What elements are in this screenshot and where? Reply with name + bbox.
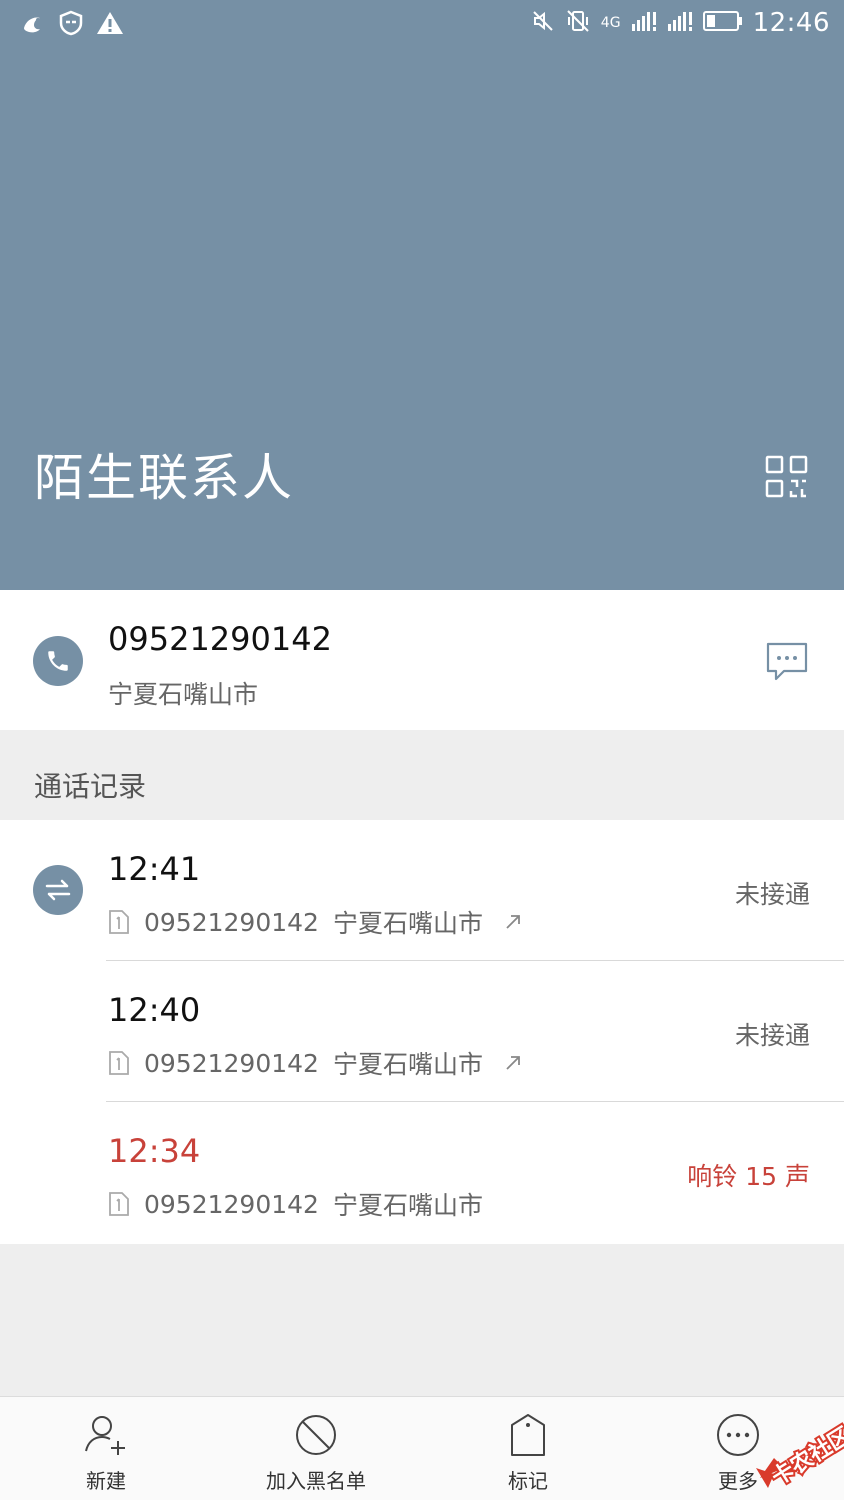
new-contact-label: 新建 — [86, 1469, 126, 1493]
call-log-title: 通话记录 — [34, 770, 147, 803]
add-contact-icon — [85, 1416, 125, 1455]
sim1-icon — [109, 1192, 129, 1216]
call-time: 12:41 — [108, 850, 201, 888]
call-status: 未接通 — [734, 880, 810, 909]
mute-icon — [531, 9, 555, 37]
qr-code-button[interactable] — [764, 454, 810, 500]
watermark-text: 卡农社区 — [767, 1422, 844, 1490]
blacklist-button[interactable]: 加入黑名单 — [256, 1397, 376, 1500]
call-number: 09521290142 — [144, 1189, 319, 1219]
message-button[interactable] — [764, 640, 810, 684]
phone-icon — [48, 651, 68, 671]
call-location: 宁夏石嘴山市 — [332, 909, 483, 938]
signal-icon — [631, 10, 657, 36]
call-location: 宁夏石嘴山市 — [332, 1191, 483, 1220]
outgoing-arrow-icon — [506, 915, 520, 929]
blacklist-label: 加入黑名单 — [266, 1469, 366, 1493]
qr-code-icon — [765, 455, 808, 498]
call-status: 未接通 — [734, 1021, 810, 1050]
more-label: 更多 — [718, 1469, 758, 1493]
call-time: 12:34 — [108, 1132, 201, 1170]
new-contact-button[interactable]: 新建 — [64, 1397, 148, 1500]
phone-location: 宁夏石嘴山市 — [108, 680, 259, 709]
bottom-action-bar: 新建 加入黑名单 标记 更多 — [0, 1396, 844, 1500]
call-status: 响铃 15 声 — [687, 1162, 810, 1191]
call-number: 09521290142 — [144, 907, 319, 937]
call-location: 宁夏石嘴山市 — [332, 1050, 483, 1079]
block-icon — [296, 1415, 336, 1455]
call-log-icon — [33, 865, 83, 915]
warning-icon — [96, 10, 124, 40]
contact-header: 4G 12:46 陌生联系人 — [0, 0, 844, 590]
call-log-entry[interactable]: 12:40 09521290142 宁夏石嘴山市 未接通 — [0, 961, 844, 1102]
call-log-entry[interactable]: 12:34 09521290142 宁夏石嘴山市 响铃 15 声 — [0, 1102, 844, 1243]
battery-icon — [702, 10, 743, 36]
call-time: 12:40 — [108, 991, 201, 1029]
status-bar: 4G 12:46 — [0, 0, 844, 50]
tag-icon — [511, 1414, 545, 1456]
network-type: 4G — [600, 15, 621, 31]
call-button[interactable] — [33, 636, 83, 686]
signal-icon — [667, 10, 693, 36]
message-icon — [766, 642, 808, 681]
call-log-list: 12:41 09521290142 宁夏石嘴山市 未接通 12:40 09521… — [0, 820, 844, 1244]
clock: 12:46 — [752, 8, 830, 38]
contact-title: 陌生联系人 — [34, 449, 294, 507]
call-log-entry[interactable]: 12:41 09521290142 宁夏石嘴山市 未接通 — [0, 820, 844, 961]
call-number: 09521290142 — [144, 1048, 319, 1078]
sim1-icon — [109, 910, 129, 934]
vibrate-off-icon — [565, 8, 591, 38]
watermark-logo: 卡农社区 — [754, 1420, 844, 1493]
shield-icon — [58, 10, 84, 40]
outgoing-arrow-icon — [506, 1056, 520, 1070]
swap-arrows-icon — [45, 879, 71, 901]
sim1-icon — [109, 1051, 129, 1075]
phone-number: 09521290142 — [108, 620, 332, 658]
mark-button[interactable]: 标记 — [486, 1397, 570, 1500]
mark-label: 标记 — [508, 1469, 548, 1493]
uc-browser-icon — [20, 10, 46, 40]
